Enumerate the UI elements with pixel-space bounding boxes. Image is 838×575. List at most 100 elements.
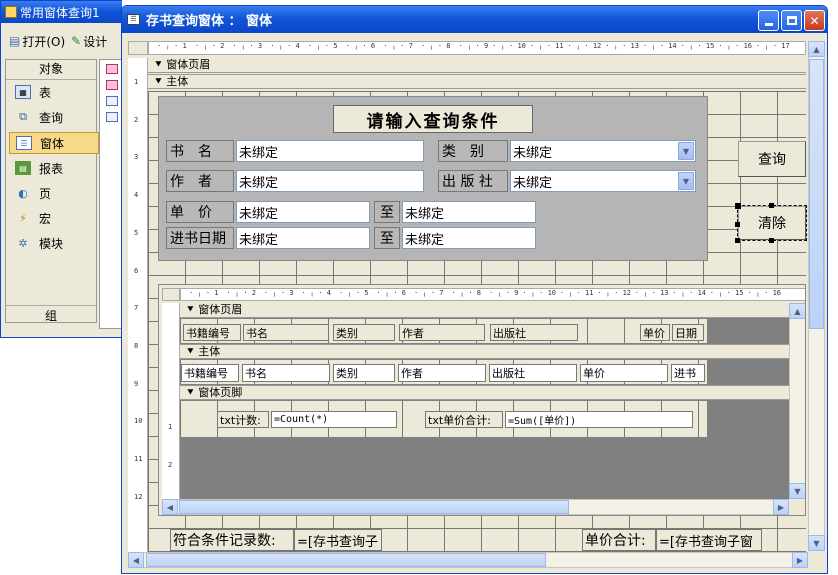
nav-item-table[interactable]: ▦ 表 — [9, 81, 99, 103]
subform-footer-bar[interactable]: ⯆ 窗体页脚 — [180, 385, 805, 400]
header-label-price[interactable]: 单价 — [640, 324, 670, 341]
selection-handle[interactable] — [769, 203, 774, 208]
scroll-down-icon[interactable]: ▼ — [789, 483, 805, 499]
ruler-mark: · ╷ · 1 — [157, 42, 187, 50]
record-count-label[interactable]: 符合条件记录数: — [170, 529, 294, 551]
main-scroll-down-icon[interactable]: ▼ — [808, 535, 825, 551]
selection-handle[interactable] — [735, 238, 740, 243]
vruler-mark: 6 — [134, 266, 139, 275]
detail-field-book-name[interactable]: 书名 — [242, 364, 330, 382]
dropdown-arrow-icon[interactable]: ▼ — [678, 142, 694, 160]
horizontal-ruler[interactable]: · ╷ · 1 · ╷ · 2 · ╷ · 3 · ╷ · 4 · ╷ · 5 · ╷ ·… — [148, 41, 806, 55]
main-scroll-left-icon[interactable]: ◀ — [128, 552, 144, 568]
design-window-titlebar[interactable]: ☰ 存书查询窗体 ： 窗体 — [122, 6, 827, 33]
price-total-label[interactable]: 单价合计: — [582, 529, 656, 551]
ruler-mark: · ╷ · 5 — [338, 289, 369, 297]
price-sum-label[interactable]: txt单价合计: — [425, 411, 503, 428]
section-arrow-icon: ⯆ — [154, 58, 167, 71]
query-button[interactable]: 查询 — [738, 141, 806, 177]
detail-section-bar[interactable]: ⯆ 主体 — [148, 74, 806, 89]
main-hscroll-thumb[interactable] — [146, 553, 546, 567]
scroll-right-icon[interactable]: ▶ — [773, 499, 789, 515]
nav-item-label: 宏 — [39, 211, 52, 226]
nav-item-query[interactable]: ⧉ 查询 — [9, 106, 99, 128]
design-button[interactable]: 设计 — [83, 33, 107, 50]
ruler-mark: · ╷ · 2 — [226, 289, 256, 297]
nav-item-report[interactable]: ▤ 报表 — [9, 157, 99, 179]
date-to-input[interactable]: 未绑定 — [402, 227, 536, 249]
header-label-book-id[interactable]: 书籍编号 — [183, 324, 241, 341]
vruler-mark: 8 — [134, 341, 139, 350]
nav-item-macro[interactable]: ⚡ 宏 — [9, 207, 99, 229]
section-arrow-icon: ⯆ — [186, 386, 199, 399]
scroll-thumb[interactable] — [179, 500, 569, 514]
open-button[interactable]: 打开(O) — [22, 33, 65, 50]
vruler-mark: 7 — [134, 304, 139, 313]
price-total-expression[interactable]: =[存书查询子窗 — [656, 529, 762, 551]
publisher-combo[interactable]: 未绑定 ▼ — [510, 170, 696, 192]
header-label-publisher[interactable]: 出版社 — [490, 324, 578, 341]
detail-field-price[interactable]: 单价 — [580, 364, 668, 382]
subform-detail-bar[interactable]: ⯆ 主体 — [180, 344, 805, 359]
nav-item-form[interactable]: ☰ 窗体 — [9, 132, 99, 154]
scroll-left-icon[interactable]: ◀ — [162, 499, 178, 515]
nav-item-page[interactable]: ◐ 页 — [9, 182, 99, 204]
vruler-mark: 11 — [134, 455, 143, 463]
vertical-ruler[interactable]: 1 2 3 4 5 6 7 8 9 10 11 12 — [128, 58, 148, 568]
nav-item-module[interactable]: ✲ 模块 — [9, 232, 99, 254]
groups-bar[interactable]: 组 — [5, 305, 97, 325]
maximize-button[interactable] — [781, 10, 802, 31]
header-label-book-name[interactable]: 书名 — [243, 324, 329, 341]
detail-field-book-id[interactable]: 书籍编号 — [181, 364, 239, 382]
main-scroll-right-icon[interactable]: ▶ — [792, 552, 808, 568]
price-to-input[interactable]: 未绑定 — [402, 201, 536, 223]
author-input[interactable]: 未绑定 — [236, 170, 424, 192]
price-sum-expression[interactable]: =Sum([单价]) — [505, 411, 693, 428]
form-window-icon: ☰ — [127, 14, 140, 25]
header-label-author[interactable]: 作者 — [399, 324, 485, 341]
detail-field-publisher[interactable]: 出版社 — [489, 364, 577, 382]
main-scroll-thumb[interactable] — [809, 59, 824, 329]
date-from-input[interactable]: 未绑定 — [236, 227, 370, 249]
detail-field-author[interactable]: 作者 — [398, 364, 486, 382]
subform-vertical-scrollbar[interactable] — [789, 303, 805, 499]
header-label-category[interactable]: 类别 — [333, 324, 395, 341]
subform-horizontal-ruler[interactable]: · ╷ · 1 · ╷ · 2 · ╷ · 3 · ╷ · 4 · ╷ · 5 · ╷ ·… — [180, 288, 805, 301]
dropdown-arrow-icon[interactable]: ▼ — [678, 172, 694, 190]
category-combo[interactable]: 未绑定 ▼ — [510, 140, 696, 162]
subform-control[interactable]: · ╷ · 1 · ╷ · 2 · ╷ · 3 · ╷ · 4 · ╷ · 5 · ╷ ·… — [158, 284, 806, 516]
minimize-button[interactable] — [758, 10, 779, 31]
ruler-mark: · ╷ · 13 — [605, 42, 639, 50]
ruler-corner[interactable] — [128, 41, 148, 55]
selection-handle[interactable] — [735, 222, 740, 227]
scroll-up-icon[interactable]: ▲ — [789, 303, 805, 319]
form-header-bar[interactable]: ⯆ 窗体页眉 — [148, 58, 806, 73]
db-window-titlebar[interactable]: 常用窗体查询1 — [1, 1, 122, 23]
book-title-input[interactable]: 未绑定 — [236, 140, 424, 162]
category-label: 类 别 — [438, 140, 508, 162]
record-count-expression[interactable]: =[存书查询子 — [294, 529, 382, 551]
selection-handle[interactable] — [769, 238, 774, 243]
subform-footer-label: 窗体页脚 — [198, 386, 243, 399]
detail-field-date[interactable]: 进书 — [671, 364, 705, 382]
db-window-icon — [5, 6, 17, 18]
subform-ruler-corner[interactable] — [162, 288, 180, 301]
query-icon: ⧉ — [19, 110, 27, 123]
close-icon: ✕ — [809, 13, 820, 28]
detail-field-category[interactable]: 类别 — [333, 364, 395, 382]
count-expression[interactable]: =Count(*) — [271, 411, 397, 428]
report-icon: ▤ — [15, 161, 31, 175]
objects-header[interactable]: 对象 — [6, 60, 96, 80]
subform-header-bar[interactable]: ⯆ 窗体页眉 — [180, 303, 805, 318]
close-button[interactable]: ✕ — [804, 10, 825, 31]
subform-vertical-ruler[interactable]: 12 — [162, 303, 180, 499]
ruler-mark: · ╷ · 15 — [709, 289, 744, 297]
nav-item-label: 报表 — [39, 161, 64, 176]
main-scroll-up-icon[interactable]: ▲ — [808, 41, 825, 57]
selection-handle[interactable] — [735, 203, 741, 209]
count-label[interactable]: txt计数: — [217, 411, 269, 428]
header-label-date[interactable]: 日期 — [672, 324, 704, 341]
price-from-input[interactable]: 未绑定 — [236, 201, 370, 223]
design-surface: ⯆ 窗体页眉 ⯆ 主体 请输入查询条件 书 名 未绑定 类 别 未绑定 ▼ 作 者… — [148, 58, 807, 568]
clear-button[interactable]: 清除 — [737, 205, 807, 241]
